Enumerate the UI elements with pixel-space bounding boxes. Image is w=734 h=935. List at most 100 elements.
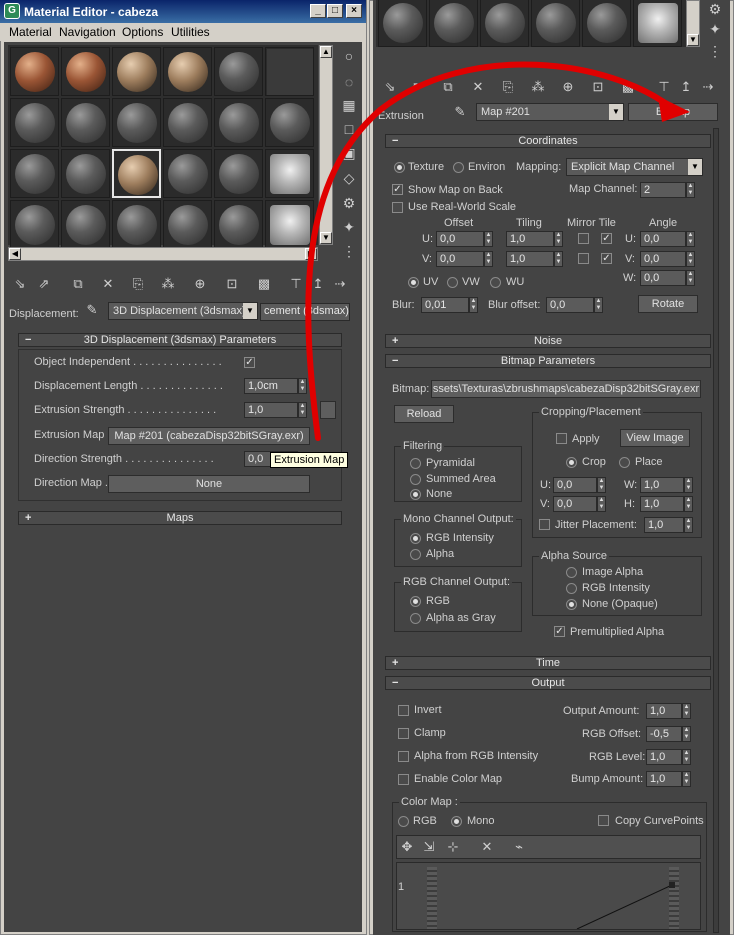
material-slot[interactable] xyxy=(265,98,314,147)
material-slot[interactable] xyxy=(163,98,212,147)
real-world-scale-checkbox[interactable] xyxy=(392,202,403,213)
put-to-scene-icon[interactable]: ⇗ xyxy=(404,77,424,97)
material-slot[interactable] xyxy=(10,149,59,198)
crop-u-spinner[interactable]: ▲ ▼ xyxy=(597,477,606,493)
right-slots-vertical-scrollbar[interactable]: ▼ xyxy=(686,0,700,47)
show-end-result-icon[interactable]: ⊤ xyxy=(654,77,674,97)
assign-to-selection-icon[interactable]: ⧉ xyxy=(438,77,458,97)
rgb-offset-field[interactable]: -0,5 xyxy=(646,726,682,742)
eyedropper-icon[interactable]: ✎ xyxy=(450,102,470,122)
invert-checkbox[interactable] xyxy=(398,705,409,716)
alpha-from-rgb-checkbox[interactable] xyxy=(398,751,409,762)
angle-v-spinner[interactable]: ▲ ▼ xyxy=(686,251,695,267)
backlight-icon[interactable]: ◌ xyxy=(340,73,358,91)
texture-radio[interactable] xyxy=(394,162,405,173)
enable-color-map-checkbox[interactable] xyxy=(398,774,409,785)
angle-w-spinner[interactable]: ▲ ▼ xyxy=(686,270,695,286)
rotate-button[interactable]: Rotate xyxy=(638,295,698,313)
mono-rgb-intensity-radio[interactable] xyxy=(410,533,421,544)
crop-w-spinner[interactable]: ▲ ▼ xyxy=(684,477,693,493)
background-icon[interactable]: ▦ xyxy=(340,96,358,114)
material-slot[interactable] xyxy=(10,200,59,249)
material-slot[interactable] xyxy=(10,47,59,96)
make-copy-icon[interactable]: ⎘ xyxy=(128,274,148,294)
rollout-coordinates[interactable]: − Coordinates xyxy=(385,134,711,148)
material-slot-selected[interactable] xyxy=(112,149,161,198)
map-channel-field[interactable]: 2 xyxy=(640,182,686,198)
angle-u-field[interactable]: 0,0 xyxy=(640,231,686,247)
place-radio[interactable] xyxy=(619,457,630,468)
menu-navigation[interactable]: Navigation xyxy=(59,25,116,39)
bump-amount-spinner[interactable]: ▲ ▼ xyxy=(682,771,691,787)
material-slot[interactable] xyxy=(582,0,631,47)
reset-map-icon[interactable]: ✕ xyxy=(98,274,118,294)
material-slot[interactable] xyxy=(633,0,682,47)
material-slot[interactable] xyxy=(112,47,161,96)
blur-offset-spinner[interactable]: ▲ ▼ xyxy=(594,297,603,313)
rgb-offset-spinner[interactable]: ▲ ▼ xyxy=(682,726,691,742)
displacement-length-spinner[interactable]: ▲ ▼ xyxy=(298,378,307,394)
apply-checkbox[interactable] xyxy=(556,433,567,444)
go-forward-sibling-icon[interactable]: ⇢ xyxy=(330,274,350,294)
material-slot[interactable] xyxy=(61,200,110,249)
video-check-icon[interactable]: ▣ xyxy=(340,144,358,162)
make-unique-icon[interactable]: ⁂ xyxy=(158,274,178,294)
add-point-icon[interactable]: ⊹ xyxy=(443,837,463,857)
options-icon[interactable]: ⚙ xyxy=(340,194,358,212)
direction-map-button[interactable]: None xyxy=(108,475,310,493)
angle-v-field[interactable]: 0,0 xyxy=(640,251,686,267)
put-to-library-icon[interactable]: ⊕ xyxy=(190,274,210,294)
material-slot[interactable] xyxy=(163,149,212,198)
image-alpha-radio[interactable] xyxy=(566,567,577,578)
color-map-rgb-radio[interactable] xyxy=(398,816,409,827)
output-amount-field[interactable]: 1,0 xyxy=(646,703,682,719)
angle-u-spinner[interactable]: ▲ ▼ xyxy=(686,231,695,247)
crop-w-field[interactable]: 1,0 xyxy=(640,477,684,493)
go-to-parent-icon[interactable]: ↥ xyxy=(676,77,696,97)
extrusion-map-button[interactable]: Map #201 (cabezaDisp32bitSGray.exr) xyxy=(108,427,310,445)
mirror-u-checkbox[interactable] xyxy=(578,233,589,244)
crop-v-field[interactable]: 0,0 xyxy=(553,496,597,512)
right-panel-scrollbar[interactable] xyxy=(713,128,719,933)
output-amount-spinner[interactable]: ▲ ▼ xyxy=(682,703,691,719)
rollout-output[interactable]: − Output xyxy=(385,676,711,690)
offset-v-field[interactable]: 0,0 xyxy=(436,251,484,267)
mapping-dropdown[interactable]: Explicit Map Channel ▼ xyxy=(566,158,703,176)
premultiplied-alpha-checkbox[interactable]: ✓ xyxy=(554,626,565,637)
select-by-material-icon[interactable]: ✦ xyxy=(340,218,358,236)
minimize-button[interactable]: _ xyxy=(310,4,326,18)
material-id-icon[interactable]: ⊡ xyxy=(222,274,242,294)
material-map-navigator-icon[interactable]: ⋮ xyxy=(340,242,358,260)
material-slot[interactable] xyxy=(61,47,110,96)
slots-vertical-scrollbar[interactable]: ▲ ▼ xyxy=(319,45,333,245)
material-id-icon[interactable]: ⊡ xyxy=(588,77,608,97)
bitmap-type-button[interactable]: Bitmap xyxy=(628,103,718,121)
offset-u-field[interactable]: 0,0 xyxy=(436,231,484,247)
go-to-parent-icon[interactable]: ↥ xyxy=(308,274,328,294)
displacement-type-dropdown[interactable]: 3D Displacement (3dsmax) ▼ xyxy=(108,302,258,320)
jitter-placement-checkbox[interactable] xyxy=(539,519,550,530)
get-material-icon[interactable]: ⇘ xyxy=(380,77,400,97)
material-slot[interactable] xyxy=(265,47,314,96)
material-slot[interactable] xyxy=(429,0,478,47)
material-slot[interactable] xyxy=(61,149,110,198)
tiling-v-field[interactable]: 1,0 xyxy=(506,251,554,267)
material-slot[interactable] xyxy=(61,98,110,147)
filter-none-radio[interactable] xyxy=(410,489,421,500)
rollout-bitmap-parameters[interactable]: − Bitmap Parameters xyxy=(385,354,711,368)
material-slot[interactable] xyxy=(214,149,263,198)
mono-alpha-radio[interactable] xyxy=(410,549,421,560)
offset-u-spinner[interactable]: ▲ ▼ xyxy=(484,231,493,247)
blur-offset-field[interactable]: 0,0 xyxy=(546,297,594,313)
crop-v-spinner[interactable]: ▲ ▼ xyxy=(597,496,606,512)
angle-w-field[interactable]: 0,0 xyxy=(640,270,686,286)
copy-curve-points-checkbox[interactable] xyxy=(598,815,609,826)
material-slot[interactable] xyxy=(531,0,580,47)
none-opaque-radio[interactable] xyxy=(566,599,577,610)
map-channel-spinner[interactable]: ▲ ▼ xyxy=(686,182,695,198)
slots-horizontal-scrollbar[interactable]: ◀ ▶ xyxy=(8,247,318,261)
put-to-library-icon[interactable]: ⊕ xyxy=(558,77,578,97)
environ-radio[interactable] xyxy=(453,162,464,173)
material-slot[interactable] xyxy=(214,47,263,96)
make-preview-icon[interactable]: ◇ xyxy=(340,169,358,187)
